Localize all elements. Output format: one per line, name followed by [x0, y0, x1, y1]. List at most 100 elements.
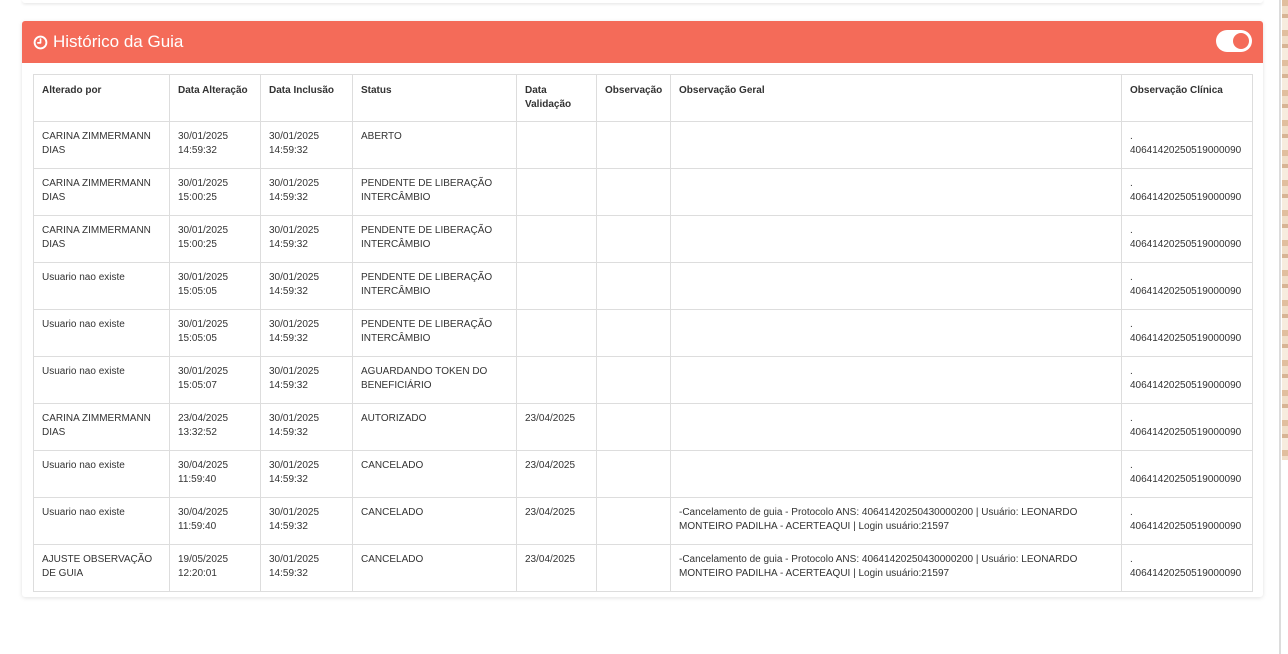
cell-alterado-por: CARINA ZIMMERMANN DIAS — [33, 403, 170, 451]
cell-observacao — [596, 544, 671, 592]
table-header-row: Alterado por Data Alteração Data Inclusã… — [33, 74, 1253, 122]
cell-data-alteracao: 30/01/2025 15:00:25 — [169, 168, 261, 216]
cell-data-inclusao: 30/01/2025 14:59:32 — [260, 262, 353, 310]
cell-data-validacao: 23/04/2025 — [516, 403, 597, 451]
cell-observacao-geral — [670, 121, 1122, 169]
cell-observacao — [596, 497, 671, 545]
cell-status: PENDENTE DE LIBERAÇÃO INTERCÂMBIO — [352, 215, 517, 263]
header-data-alteracao[interactable]: Data Alteração — [169, 74, 261, 122]
cell-observacao-clinica: . 40641420250519000090 — [1121, 215, 1253, 263]
cell-observacao-geral: -Cancelamento de guia - Protocolo ANS: 4… — [670, 544, 1122, 592]
cell-status: AGUARDANDO TOKEN DO BENEFICIÁRIO — [352, 356, 517, 404]
cell-observacao-clinica: . 40641420250519000090 — [1121, 309, 1253, 357]
cell-observacao-geral — [670, 403, 1122, 451]
background-window-edge — [1279, 0, 1288, 654]
cell-observacao-geral — [670, 168, 1122, 216]
cell-alterado-por: CARINA ZIMMERMANN DIAS — [33, 215, 170, 263]
table-row: Usuario nao existe 30/01/2025 15:05:05 30/… — [33, 262, 1253, 310]
cell-status: ABERTO — [352, 121, 517, 169]
table-body: CARINA ZIMMERMANN DIAS 30/01/2025 14:59:3… — [33, 121, 1253, 592]
cell-observacao-geral — [670, 215, 1122, 263]
cell-data-alteracao: 30/01/2025 14:59:32 — [169, 121, 261, 169]
cell-observacao — [596, 403, 671, 451]
cell-data-alteracao: 30/01/2025 15:05:05 — [169, 309, 261, 357]
cell-observacao-clinica: . 40641420250519000090 — [1121, 544, 1253, 592]
cell-observacao-geral — [670, 450, 1122, 498]
cell-observacao — [596, 168, 671, 216]
toggle-knob — [1233, 33, 1249, 49]
cell-alterado-por: Usuario nao existe — [33, 450, 170, 498]
cell-status: PENDENTE DE LIBERAÇÃO INTERCÂMBIO — [352, 168, 517, 216]
cell-data-validacao — [516, 121, 597, 169]
cell-data-alteracao: 23/04/2025 13:32:52 — [169, 403, 261, 451]
header-status[interactable]: Status — [352, 74, 517, 122]
panel-title-group: Histórico da Guia — [33, 32, 183, 52]
background-window-content — [1282, 0, 1288, 460]
header-observacao-geral[interactable]: Observação Geral — [670, 74, 1122, 122]
cell-observacao — [596, 309, 671, 357]
cell-observacao-geral: -Cancelamento de guia - Protocolo ANS: 4… — [670, 497, 1122, 545]
cell-status: CANCELADO — [352, 544, 517, 592]
cell-observacao-clinica: . 40641420250519000090 — [1121, 497, 1253, 545]
history-table: Alterado por Data Alteração Data Inclusã… — [33, 74, 1253, 592]
cell-observacao — [596, 450, 671, 498]
table-row: Usuario nao existe 30/01/2025 15:05:07 30/… — [33, 356, 1253, 404]
cell-data-validacao: 23/04/2025 — [516, 450, 597, 498]
header-alterado-por[interactable]: Alterado por — [33, 74, 170, 122]
cell-data-alteracao: 30/01/2025 15:00:25 — [169, 215, 261, 263]
cell-data-inclusao: 30/01/2025 14:59:32 — [260, 450, 353, 498]
table-row: Usuario nao existe 30/04/2025 11:59:40 30/… — [33, 497, 1253, 545]
table-row: CARINA ZIMMERMANN DIAS 30/01/2025 15:00:2… — [33, 168, 1253, 216]
panel-header: Histórico da Guia — [22, 21, 1263, 63]
clock-icon — [33, 35, 48, 49]
cell-alterado-por: Usuario nao existe — [33, 497, 170, 545]
cell-data-validacao: 23/04/2025 — [516, 497, 597, 545]
header-data-validacao[interactable]: Data Validação — [516, 74, 597, 122]
cell-data-inclusao: 30/01/2025 14:59:32 — [260, 544, 353, 592]
cell-status: CANCELADO — [352, 497, 517, 545]
cell-observacao-clinica: . 40641420250519000090 — [1121, 356, 1253, 404]
cell-data-validacao: 23/04/2025 — [516, 544, 597, 592]
cell-status: AUTORIZADO — [352, 403, 517, 451]
cell-observacao — [596, 215, 671, 263]
cell-data-alteracao: 30/04/2025 11:59:40 — [169, 497, 261, 545]
cell-data-inclusao: 30/01/2025 14:59:32 — [260, 403, 353, 451]
cell-data-alteracao: 19/05/2025 12:20:01 — [169, 544, 261, 592]
cell-data-validacao — [516, 168, 597, 216]
cell-status: PENDENTE DE LIBERAÇÃO INTERCÂMBIO — [352, 262, 517, 310]
table-row: Usuario nao existe 30/01/2025 15:05:05 30/… — [33, 309, 1253, 357]
cell-observacao-clinica: . 40641420250519000090 — [1121, 450, 1253, 498]
header-data-inclusao[interactable]: Data Inclusão — [260, 74, 353, 122]
cell-alterado-por: CARINA ZIMMERMANN DIAS — [33, 168, 170, 216]
cell-data-alteracao: 30/01/2025 15:05:05 — [169, 262, 261, 310]
table-row: CARINA ZIMMERMANN DIAS 30/01/2025 14:59:3… — [33, 121, 1253, 169]
cell-data-inclusao: 30/01/2025 14:59:32 — [260, 309, 353, 357]
cell-status: CANCELADO — [352, 450, 517, 498]
cell-status: PENDENTE DE LIBERAÇÃO INTERCÂMBIO — [352, 309, 517, 357]
cell-observacao — [596, 356, 671, 404]
cell-observacao-geral — [670, 262, 1122, 310]
cell-data-inclusao: 30/01/2025 14:59:32 — [260, 356, 353, 404]
cell-observacao — [596, 121, 671, 169]
cell-alterado-por: Usuario nao existe — [33, 309, 170, 357]
cell-data-validacao — [516, 356, 597, 404]
table-row: CARINA ZIMMERMANN DIAS 23/04/2025 13:32:5… — [33, 403, 1253, 451]
cell-alterado-por: CARINA ZIMMERMANN DIAS — [33, 121, 170, 169]
collapse-toggle[interactable] — [1216, 30, 1252, 52]
cell-observacao-clinica: . 40641420250519000090 — [1121, 262, 1253, 310]
header-observacao-clinica[interactable]: Observação Clínica — [1121, 74, 1253, 122]
table-row: AJUSTE OBSERVAÇÃO DE GUIA 19/05/2025 12:2… — [33, 544, 1253, 592]
cell-data-validacao — [516, 215, 597, 263]
historico-panel: Histórico da Guia Alterado por Data Alte… — [22, 21, 1263, 597]
cell-data-inclusao: 30/01/2025 14:59:32 — [260, 121, 353, 169]
cell-data-alteracao: 30/04/2025 11:59:40 — [169, 450, 261, 498]
cell-data-inclusao: 30/01/2025 14:59:32 — [260, 215, 353, 263]
cell-observacao-clinica: . 40641420250519000090 — [1121, 403, 1253, 451]
cell-data-validacao — [516, 262, 597, 310]
table-row: CARINA ZIMMERMANN DIAS 30/01/2025 15:00:2… — [33, 215, 1253, 263]
cell-observacao-clinica: . 40641420250519000090 — [1121, 121, 1253, 169]
cell-data-alteracao: 30/01/2025 15:05:07 — [169, 356, 261, 404]
header-observacao[interactable]: Observação — [596, 74, 671, 122]
cell-alterado-por: AJUSTE OBSERVAÇÃO DE GUIA — [33, 544, 170, 592]
cell-alterado-por: Usuario nao existe — [33, 262, 170, 310]
